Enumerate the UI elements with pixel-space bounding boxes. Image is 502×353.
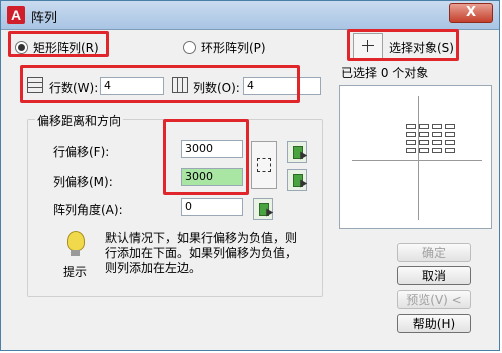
array-dialog: A 阵列 X 矩形阵列(R) 环形阵列(P) 选择对象(S) 已选择 0 个对象… xyxy=(0,0,500,351)
preview-cell xyxy=(445,132,455,137)
pick-both-offsets-button[interactable] xyxy=(251,141,277,189)
array-angle-label: 阵列角度(A): xyxy=(53,203,123,217)
offset-group-title: 偏移距离和方向 xyxy=(35,112,124,129)
preview-cell xyxy=(419,140,429,145)
close-button[interactable]: X xyxy=(449,3,493,23)
preview-cell xyxy=(419,132,429,137)
help-button[interactable]: 帮助(H) xyxy=(397,314,471,333)
preview-cell xyxy=(406,132,416,137)
pick-row-offset-button[interactable] xyxy=(287,141,308,163)
autocad-logo-icon: A xyxy=(7,6,25,24)
preview-cell xyxy=(432,132,442,137)
preview-cell xyxy=(432,148,442,153)
preview-cell xyxy=(432,124,442,129)
preview-cell xyxy=(445,124,455,129)
selection-status: 已选择 0 个对象 xyxy=(341,66,429,80)
preview-cell xyxy=(445,140,455,145)
radio-unchecked-icon xyxy=(183,40,196,54)
tip-label: 提示 xyxy=(63,265,88,279)
preview-cell xyxy=(432,140,442,145)
preview-cell xyxy=(406,124,416,129)
highlight-box xyxy=(20,65,300,103)
polar-array-radio[interactable]: 环形阵列(P) xyxy=(183,37,266,57)
ok-button[interactable]: 确定 xyxy=(397,243,471,262)
preview-x-axis xyxy=(352,160,482,161)
cancel-button[interactable]: 取消 xyxy=(397,266,471,285)
pick-col-offset-button[interactable] xyxy=(287,169,308,191)
highlight-box xyxy=(347,29,459,61)
preview-y-axis xyxy=(418,96,419,220)
dialog-title: 阵列 xyxy=(31,11,58,26)
preview-cell xyxy=(406,140,416,145)
row-offset-label: 行偏移(F): xyxy=(53,145,110,159)
highlight-box xyxy=(163,119,249,195)
title-bar: A 阵列 X xyxy=(1,1,499,30)
preview-cell xyxy=(419,124,429,129)
array-angle-input[interactable]: 0 xyxy=(181,198,243,216)
preview-cell xyxy=(406,148,416,153)
lightbulb-base-icon xyxy=(71,250,80,256)
preview-cell xyxy=(445,148,455,153)
pick-angle-button[interactable] xyxy=(253,198,274,220)
preview-button[interactable]: 预览(V) < xyxy=(397,290,471,309)
lightbulb-icon xyxy=(67,231,85,251)
preview-cell xyxy=(419,148,429,153)
col-offset-label: 列偏移(M): xyxy=(53,175,113,189)
offset-box-icon xyxy=(257,158,271,172)
polar-array-label: 环形阵列(P) xyxy=(201,40,266,55)
highlight-box xyxy=(8,31,109,57)
preview-pane xyxy=(339,85,492,229)
tip-text: 默认情况下，如果行偏移为负值，则行添加在下面。如果列偏移为负值，则列添加在左边。 xyxy=(105,231,298,275)
